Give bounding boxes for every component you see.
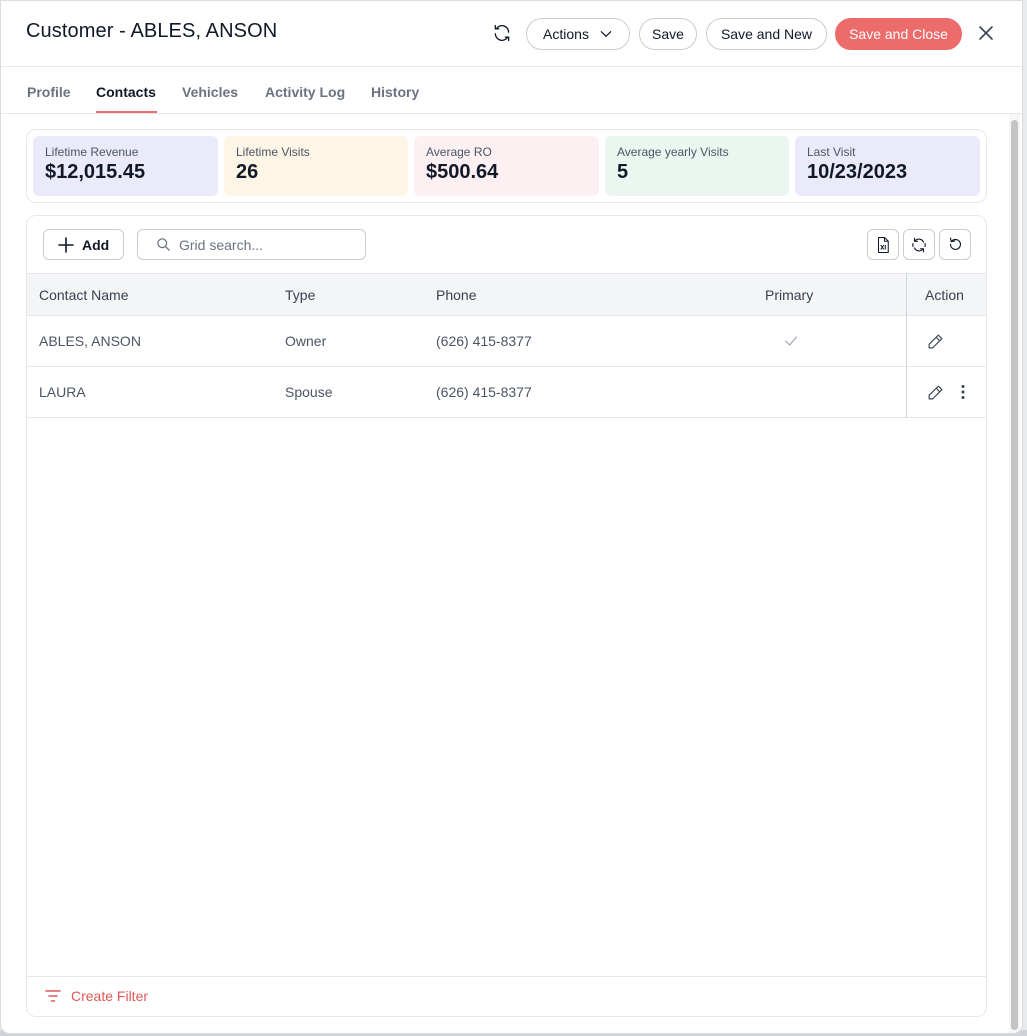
tab-profile[interactable]: Profile xyxy=(27,84,71,100)
stat-label: Last Visit xyxy=(807,145,856,159)
customer-modal: Customer - ABLES, ANSON Actions Save Sav… xyxy=(0,0,1023,1034)
table-row[interactable]: ABLES, ANSON Owner (626) 415-8377 xyxy=(27,316,986,367)
cell-phone: (626) 415-8377 xyxy=(436,333,532,349)
table-row[interactable]: LAURA Spouse (626) 415-8377 xyxy=(27,367,986,418)
cell-type: Spouse xyxy=(285,384,333,400)
stat-label: Lifetime Visits xyxy=(236,145,310,159)
stat-value: $12,015.45 xyxy=(45,161,146,183)
create-filter-label: Create Filter xyxy=(71,988,149,1004)
stat-card-lifetime-revenue: Lifetime Revenue $12,015.45 xyxy=(33,136,218,196)
cell-contact-name: ABLES, ANSON xyxy=(39,333,141,349)
stat-value: 26 xyxy=(236,161,259,183)
edit-icon[interactable] xyxy=(926,383,944,401)
undo-icon xyxy=(949,237,961,250)
grid-search-input[interactable] xyxy=(179,236,359,253)
sync-icon xyxy=(912,237,926,252)
stat-value: 10/23/2023 xyxy=(807,161,908,183)
sync-grid-button[interactable] xyxy=(903,229,935,260)
add-label: Add xyxy=(82,236,110,253)
tab-activity-log[interactable]: Activity Log xyxy=(265,84,345,100)
save-and-new-button[interactable]: Save and New xyxy=(706,18,827,50)
stat-card-lifetime-visits: Lifetime Visits 26 xyxy=(224,136,408,196)
add-contact-button[interactable]: Add xyxy=(43,229,124,260)
actions-label: Actions xyxy=(543,26,589,42)
primary-check-icon xyxy=(782,332,800,350)
stat-value: $500.64 xyxy=(426,161,499,183)
vertical-scrollbar[interactable] xyxy=(1009,114,1020,1033)
chevron-down-icon xyxy=(600,31,612,37)
create-filter-button[interactable]: Create Filter xyxy=(45,988,148,1004)
edit-icon[interactable] xyxy=(926,332,944,350)
plus-icon xyxy=(58,236,74,253)
reset-grid-button[interactable] xyxy=(939,229,971,260)
tab-bar: Profile Contacts Vehicles Activity Log H… xyxy=(1,67,1022,114)
column-header-contact-name[interactable]: Contact Name xyxy=(39,287,128,303)
scrollbar-thumb[interactable] xyxy=(1011,120,1018,1030)
search-icon xyxy=(157,238,170,251)
refresh-button[interactable] xyxy=(489,20,515,46)
cell-phone: (626) 415-8377 xyxy=(436,384,532,400)
save-and-close-button[interactable]: Save and Close xyxy=(835,18,962,50)
grid-search[interactable] xyxy=(137,229,366,260)
filter-icon xyxy=(45,990,61,1002)
stat-label: Average RO xyxy=(426,145,492,159)
stat-label: Average yearly Visits xyxy=(617,145,729,159)
action-column-divider xyxy=(906,273,907,418)
stat-label: Lifetime Revenue xyxy=(45,145,139,159)
tab-contacts[interactable]: Contacts xyxy=(96,84,156,100)
contacts-grid: Add Contact Name Type xyxy=(26,215,987,1017)
column-header-primary[interactable]: Primary xyxy=(765,287,813,303)
modal-header: Customer - ABLES, ANSON Actions Save Sav… xyxy=(1,1,1022,67)
modal-title: Customer - ABLES, ANSON xyxy=(26,20,278,42)
excel-file-icon xyxy=(877,236,889,253)
column-header-phone[interactable]: Phone xyxy=(436,287,476,303)
cell-contact-name: LAURA xyxy=(39,384,86,400)
close-button[interactable] xyxy=(974,21,998,45)
actions-dropdown[interactable]: Actions xyxy=(526,18,630,50)
column-header-type[interactable]: Type xyxy=(285,287,315,303)
close-icon xyxy=(979,26,993,40)
cell-type: Owner xyxy=(285,333,327,349)
stat-card-average-yearly-visits: Average yearly Visits 5 xyxy=(605,136,789,196)
more-options-icon[interactable] xyxy=(954,383,972,401)
stats-panel: Lifetime Revenue $12,015.45 Lifetime Vis… xyxy=(26,129,987,203)
save-button[interactable]: Save xyxy=(639,18,697,50)
tab-history[interactable]: History xyxy=(371,84,419,100)
stat-card-last-visit: Last Visit 10/23/2023 xyxy=(795,136,980,196)
column-header-action: Action xyxy=(925,287,964,303)
active-tab-indicator xyxy=(96,111,157,113)
grid-header-row: Contact Name Type Phone Primary Action xyxy=(27,273,986,316)
stat-card-average-ro: Average RO $500.64 xyxy=(414,136,599,196)
grid-footer: Create Filter xyxy=(27,976,986,1016)
export-excel-button[interactable] xyxy=(867,229,899,260)
refresh-icon xyxy=(494,24,510,42)
tab-vehicles[interactable]: Vehicles xyxy=(182,84,238,100)
stat-value: 5 xyxy=(617,161,629,183)
